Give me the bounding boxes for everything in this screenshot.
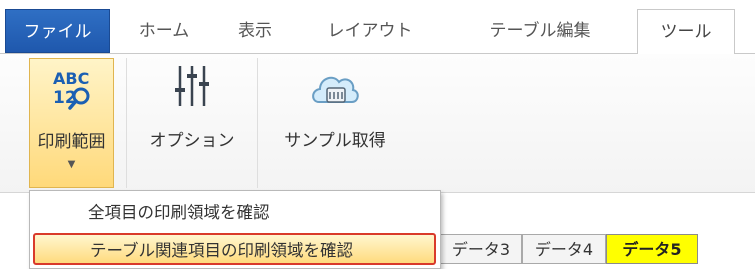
sheet-tab-data3[interactable]: データ3 [440, 234, 522, 264]
sheet-tab-data5[interactable]: データ5 [606, 234, 698, 264]
tab-view[interactable]: 表示 [220, 9, 290, 54]
sample-fetch-label: サンプル取得 [284, 131, 386, 151]
tab-layout[interactable]: レイアウト [300, 9, 440, 54]
tab-home[interactable]: ホーム [118, 9, 210, 54]
abc-123-magnify-icon: ABC 12 [53, 69, 90, 110]
tab-table-edit[interactable]: テーブル編集 [460, 9, 620, 54]
options-button[interactable]: オプション [128, 58, 256, 188]
menu-item-check-table-print-areas[interactable]: テーブル関連項目の印刷領域を確認 [33, 233, 436, 265]
options-label: オプション [149, 131, 235, 151]
sheet-tab-data4[interactable]: データ4 [522, 234, 606, 264]
print-range-label: 印刷範囲 [37, 132, 106, 152]
ribbon-panel: ABC 12 印刷範囲 ▼ オプション サンプル取得 [0, 54, 755, 193]
menu-item-check-all-print-areas[interactable]: 全項目の印刷領域を確認 [30, 197, 440, 229]
print-range-button[interactable]: ABC 12 印刷範囲 ▼ [29, 58, 114, 188]
ribbon-tab-bar: ファイル ホーム 表示 レイアウト テーブル編集 ツール [0, 0, 755, 55]
ribbon-separator [126, 58, 127, 188]
sample-fetch-button[interactable]: サンプル取得 [259, 58, 411, 188]
sliders-icon [175, 66, 209, 106]
cloud-database-icon [312, 76, 359, 103]
tab-tools[interactable]: ツール [637, 9, 735, 55]
print-range-dropdown-menu: 全項目の印刷領域を確認 テーブル関連項目の印刷領域を確認 [29, 190, 441, 269]
chevron-down-icon: ▼ [67, 159, 76, 170]
ribbon-separator [257, 58, 258, 188]
tab-file[interactable]: ファイル [5, 9, 110, 53]
svg-text:ABC: ABC [53, 69, 89, 88]
